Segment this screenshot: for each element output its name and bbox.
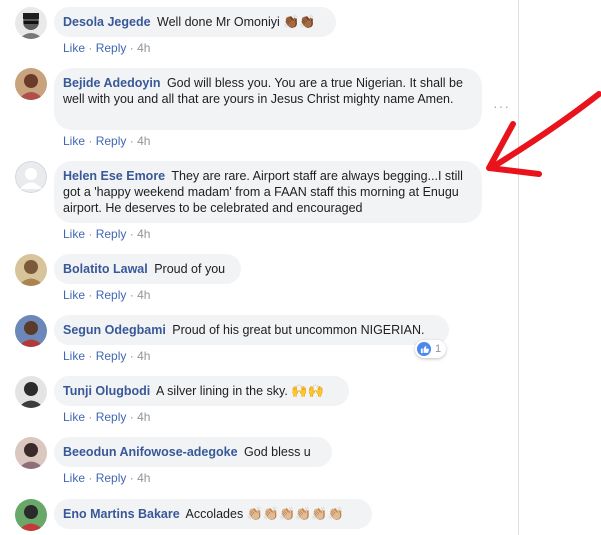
reply-link[interactable]: Reply bbox=[96, 288, 127, 302]
comment-author[interactable]: Helen Ese Emore bbox=[63, 169, 165, 183]
comment-author[interactable]: Eno Martins Bakare bbox=[63, 507, 180, 521]
comment-time[interactable]: 4h bbox=[137, 227, 150, 241]
comment-author[interactable]: Tunji Olugbodi bbox=[63, 384, 150, 398]
reply-link[interactable]: Reply bbox=[96, 134, 127, 148]
like-link[interactable]: Like bbox=[63, 227, 85, 241]
reply-link[interactable]: Reply bbox=[96, 41, 127, 55]
separator: · bbox=[88, 41, 93, 55]
like-link[interactable]: Like bbox=[63, 471, 85, 485]
comment-author[interactable]: Segun Odegbami bbox=[63, 323, 166, 337]
comment-actions: Like · Reply · 4h bbox=[63, 134, 150, 148]
red-arrow-annotation bbox=[486, 91, 601, 177]
separator: · bbox=[88, 410, 93, 424]
separator: · bbox=[129, 410, 134, 424]
comment-time[interactable]: 4h bbox=[137, 410, 150, 424]
separator: · bbox=[129, 134, 134, 148]
comment-actions: Like · Reply · 4h bbox=[63, 227, 150, 241]
reply-link[interactable]: Reply bbox=[96, 227, 127, 241]
comment-text: Proud of his great but uncommon NIGERIAN… bbox=[172, 323, 425, 337]
comment-bubble: Segun Odegbami Proud of his great but un… bbox=[54, 315, 449, 345]
avatar[interactable] bbox=[15, 68, 47, 100]
avatar[interactable] bbox=[15, 7, 47, 39]
avatar[interactable] bbox=[15, 499, 47, 531]
reply-link[interactable]: Reply bbox=[96, 410, 127, 424]
comment-time[interactable]: 4h bbox=[137, 41, 150, 55]
comment-bubble: Eno Martins Bakare Accolades 👏🏼👏🏼👏🏼👏🏼👏🏼👏… bbox=[54, 499, 372, 529]
thumbs-up-icon bbox=[417, 342, 431, 356]
default-avatar-icon[interactable] bbox=[15, 161, 47, 193]
comment-bubble: Desola Jegede Well done Mr Omoniyi 👏🏾👏🏾 bbox=[54, 7, 336, 37]
avatar[interactable] bbox=[15, 376, 47, 408]
comment-actions: Like · Reply · 4h bbox=[63, 410, 150, 424]
comment-bubble: Beeodun Anifowose-adegoke God bless u bbox=[54, 437, 332, 467]
comment-text: Well done Mr Omoniyi bbox=[157, 15, 280, 29]
separator: · bbox=[129, 471, 134, 485]
raised-hands-emoji: 🙌🙌 bbox=[291, 383, 324, 398]
clap-emoji: 👏🏾👏🏾 bbox=[283, 14, 316, 29]
avatar[interactable] bbox=[15, 437, 47, 469]
separator: · bbox=[88, 288, 93, 302]
separator: · bbox=[88, 134, 93, 148]
comment-time[interactable]: 4h bbox=[137, 288, 150, 302]
comment-text: God bless u bbox=[244, 445, 311, 459]
clap-emoji: 👏🏼👏🏼👏🏼👏🏼👏🏼👏🏼 bbox=[246, 506, 344, 521]
comment-time[interactable]: 4h bbox=[137, 134, 150, 148]
avatar[interactable] bbox=[15, 254, 47, 286]
separator: · bbox=[129, 288, 134, 302]
comment-text: Accolades bbox=[185, 507, 244, 521]
like-link[interactable]: Like bbox=[63, 134, 85, 148]
like-link[interactable]: Like bbox=[63, 349, 85, 363]
separator: · bbox=[129, 227, 134, 241]
reply-link[interactable]: Reply bbox=[96, 471, 127, 485]
separator: · bbox=[88, 349, 93, 363]
comment-bubble: Bejide Adedoyin God will bless you. You … bbox=[54, 68, 482, 130]
reply-link[interactable]: Reply bbox=[96, 349, 127, 363]
comment-time[interactable]: 4h bbox=[137, 349, 150, 363]
separator: · bbox=[129, 41, 134, 55]
comment-bubble: Helen Ese Emore They are rare. Airport s… bbox=[54, 161, 482, 223]
avatar[interactable] bbox=[15, 315, 47, 347]
like-link[interactable]: Like bbox=[63, 410, 85, 424]
panel-divider bbox=[518, 0, 519, 535]
comment-actions: Like · Reply · 4h bbox=[63, 471, 150, 485]
comment-author[interactable]: Bolatito Lawal bbox=[63, 262, 148, 276]
comment-author[interactable]: Bejide Adedoyin bbox=[63, 76, 160, 90]
comment-author[interactable]: Desola Jegede bbox=[63, 15, 151, 29]
comment-bubble: Tunji Olugbodi A silver lining in the sk… bbox=[54, 376, 349, 406]
comment-actions: Like · Reply · 4h bbox=[63, 288, 150, 302]
comment-text: Proud of you bbox=[154, 262, 226, 276]
like-link[interactable]: Like bbox=[63, 41, 85, 55]
reaction-count-badge[interactable]: 1 bbox=[415, 340, 447, 358]
comment-author[interactable]: Beeodun Anifowose-adegoke bbox=[63, 445, 238, 459]
comment-time[interactable]: 4h bbox=[137, 471, 150, 485]
like-link[interactable]: Like bbox=[63, 288, 85, 302]
comment-text: A silver lining in the sky. bbox=[156, 384, 288, 398]
comment-actions: Like · Reply · 4h bbox=[63, 349, 150, 363]
separator: · bbox=[88, 227, 93, 241]
comment-bubble: Bolatito Lawal Proud of you bbox=[54, 254, 241, 284]
comment-actions: Like · Reply · 4h bbox=[63, 41, 150, 55]
reaction-count: 1 bbox=[435, 343, 442, 355]
separator: · bbox=[129, 349, 134, 363]
separator: · bbox=[88, 471, 93, 485]
